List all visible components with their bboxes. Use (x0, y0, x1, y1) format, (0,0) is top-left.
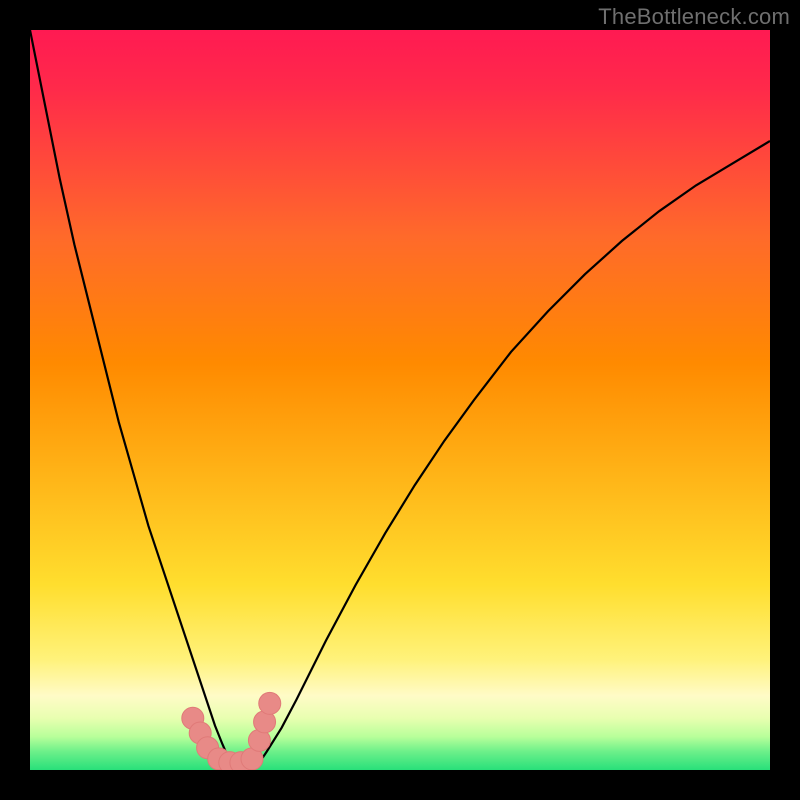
chart-svg (30, 30, 770, 770)
chart-frame: TheBottleneck.com (0, 0, 800, 800)
marker-dot (259, 692, 281, 714)
gradient-background (30, 30, 770, 770)
watermark-text: TheBottleneck.com (598, 4, 790, 30)
plot-area (30, 30, 770, 770)
